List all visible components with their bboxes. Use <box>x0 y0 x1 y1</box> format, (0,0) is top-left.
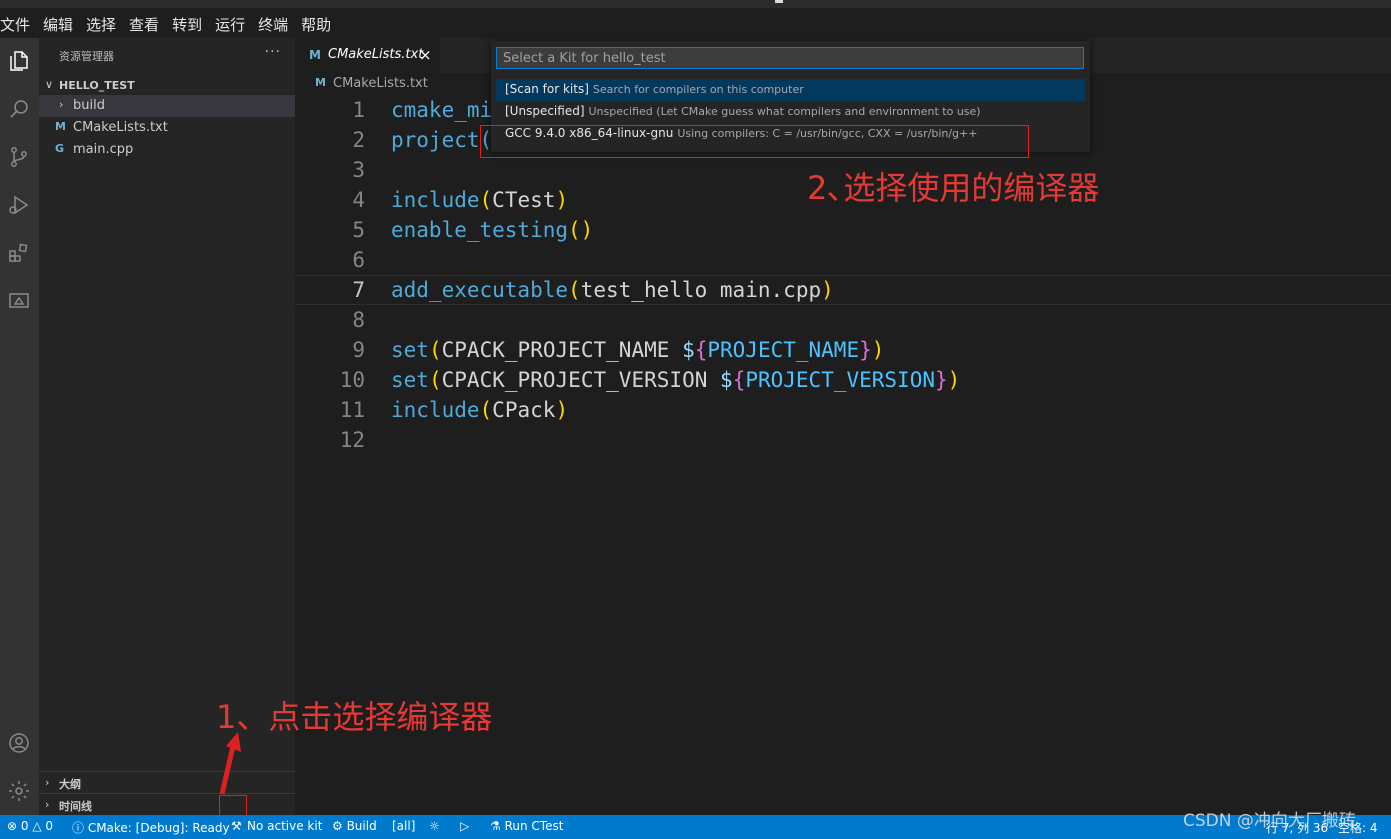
remote-explorer-icon[interactable] <box>4 286 34 316</box>
activity-bar <box>0 38 39 815</box>
menu-file[interactable]: 文件 <box>0 14 30 36</box>
line-text: include(CTest) <box>391 188 569 212</box>
tab-cmakelists[interactable]: M CMakeLists.txt × <box>295 38 440 73</box>
code-line: 8 <box>295 305 1391 335</box>
quick-pick-item-scan[interactable]: [Scan for kits] Search for compilers on t… <box>496 79 1085 101</box>
line-number: 7 <box>352 278 365 302</box>
menu-go[interactable]: 转到 <box>172 14 202 36</box>
cmake-file-icon: M <box>309 48 321 62</box>
annotation-step1: 1、点击选择编译器 <box>216 698 493 736</box>
run-debug-icon[interactable] <box>4 190 34 220</box>
explorer-icon[interactable] <box>4 46 34 76</box>
explorer-title: 资源管理器 <box>59 50 114 63</box>
annotation-step2: 2､选择使用的编译器 <box>807 169 1100 207</box>
outline-label: 大纲 <box>59 778 81 791</box>
item-description: Unspecified (Let CMake guess what compil… <box>588 105 981 118</box>
line-number: 2 <box>352 128 365 152</box>
line-number: 11 <box>339 398 365 422</box>
run-icon[interactable]: ▷ <box>460 819 469 833</box>
extensions-icon[interactable] <box>4 238 34 268</box>
tree-item-label: build <box>73 98 105 113</box>
code-line: 12 <box>295 425 1391 455</box>
timeline-section[interactable]: › 时间线 <box>39 793 295 816</box>
line-number: 5 <box>352 218 365 242</box>
line-text: include(CPack) <box>391 398 569 422</box>
code-line-current: 7 add_executable(test_hello main.cpp) <box>295 275 1391 305</box>
kit-selector[interactable]: No active kit <box>247 819 322 833</box>
line-number: 4 <box>352 188 365 212</box>
build-button[interactable]: ⚙ Build <box>332 819 377 833</box>
item-label: [Unspecified] <box>505 104 585 118</box>
search-icon[interactable] <box>4 94 34 124</box>
code-line: 9 set(CPACK_PROJECT_NAME ${PROJECT_NAME}) <box>295 335 1391 365</box>
title-strip <box>0 0 1391 8</box>
arrow-icon <box>219 732 241 795</box>
chevron-down-icon: ∨ <box>45 78 54 91</box>
problems-status[interactable]: ⊗ 0 △ 0 <box>7 819 53 833</box>
chevron-right-icon: › <box>45 776 50 789</box>
line-text: enable_testing() <box>391 218 594 242</box>
tree-item-label: main.cpp <box>73 142 134 157</box>
debug-icon[interactable]: ☼ <box>429 819 440 833</box>
item-label: [Scan for kits] <box>505 82 589 96</box>
kit-search-input[interactable] <box>496 47 1084 69</box>
line-text: set(CPACK_PROJECT_VERSION ${PROJECT_VERS… <box>391 368 961 392</box>
line-text: project( <box>391 128 493 152</box>
line-number: 8 <box>352 308 365 332</box>
tree-item-build[interactable]: › build <box>39 95 295 117</box>
code-line: 5 enable_testing() <box>295 215 1391 245</box>
code-line: 6 <box>295 245 1391 275</box>
item-description: Search for compilers on this computer <box>592 83 804 96</box>
window-handle <box>775 0 783 3</box>
line-text: set(CPACK_PROJECT_NAME ${PROJECT_NAME}) <box>391 338 885 362</box>
menu-help[interactable]: 帮助 <box>301 14 331 36</box>
quick-pick-item-unspecified[interactable]: [Unspecified] Unspecified (Let CMake gues… <box>496 101 1085 123</box>
tree-item-label: CMakeLists.txt <box>73 120 168 135</box>
chevron-right-icon: › <box>45 798 50 811</box>
tree-item-cmakelists[interactable]: M CMakeLists.txt <box>39 117 295 139</box>
menu-items: 文件 编辑 选择 查看 转到 运行 终端 帮助 <box>0 14 344 36</box>
highlight-box-gcc <box>480 125 1029 158</box>
menu-terminal[interactable]: 终端 <box>258 14 288 36</box>
line-number: 10 <box>339 368 365 392</box>
line-text: add_executable(test_hello main.cpp) <box>391 278 834 302</box>
menu-edit[interactable]: 编辑 <box>43 14 73 36</box>
cmake-status[interactable]: ⓘ CMake: [Debug]: Ready <box>72 819 230 836</box>
source-control-icon[interactable] <box>4 142 34 172</box>
account-icon[interactable] <box>4 728 34 758</box>
cmake-file-icon: M <box>315 76 326 89</box>
tree-item-main-cpp[interactable]: G main.cpp <box>39 139 295 161</box>
line-number: 1 <box>352 98 365 122</box>
build-target[interactable]: [all] <box>392 819 415 833</box>
menu-bar: 文件 编辑 选择 查看 转到 运行 终端 帮助 <box>0 0 1391 39</box>
line-number: 12 <box>339 428 365 452</box>
timeline-label: 时间线 <box>59 800 92 813</box>
more-actions-icon[interactable]: ··· <box>265 44 281 60</box>
code-line: 11 include(CPack) <box>295 395 1391 425</box>
line-number: 6 <box>352 248 365 272</box>
settings-gear-icon[interactable] <box>4 776 34 806</box>
line-text: cmake_mi <box>391 98 493 122</box>
line-number: 9 <box>352 338 365 362</box>
breadcrumb-file[interactable]: CMakeLists.txt <box>333 76 428 91</box>
code-line: 10 set(CPACK_PROJECT_VERSION ${PROJECT_VE… <box>295 365 1391 395</box>
tab-label: CMakeLists.txt <box>328 47 424 62</box>
wrench-icon[interactable]: ⚒ <box>231 819 242 833</box>
line-number: 3 <box>352 158 365 182</box>
menu-run[interactable]: 运行 <box>215 14 245 36</box>
close-icon[interactable]: × <box>419 46 432 64</box>
folder-name: HELLO_TEST <box>59 79 135 92</box>
cpp-file-icon: G <box>55 142 65 155</box>
menu-selection[interactable]: 选择 <box>86 14 116 36</box>
menu-view[interactable]: 查看 <box>129 14 159 36</box>
run-ctest-button[interactable]: ⚗ Run CTest <box>490 819 563 833</box>
watermark: CSDN @冲向大厂搬砖 <box>1183 811 1356 831</box>
cmake-file-icon: M <box>55 120 66 133</box>
outline-section[interactable]: › 大纲 <box>39 771 295 794</box>
folder-header[interactable]: ∨ HELLO_TEST <box>39 76 295 96</box>
chevron-right-icon: › <box>59 98 64 111</box>
